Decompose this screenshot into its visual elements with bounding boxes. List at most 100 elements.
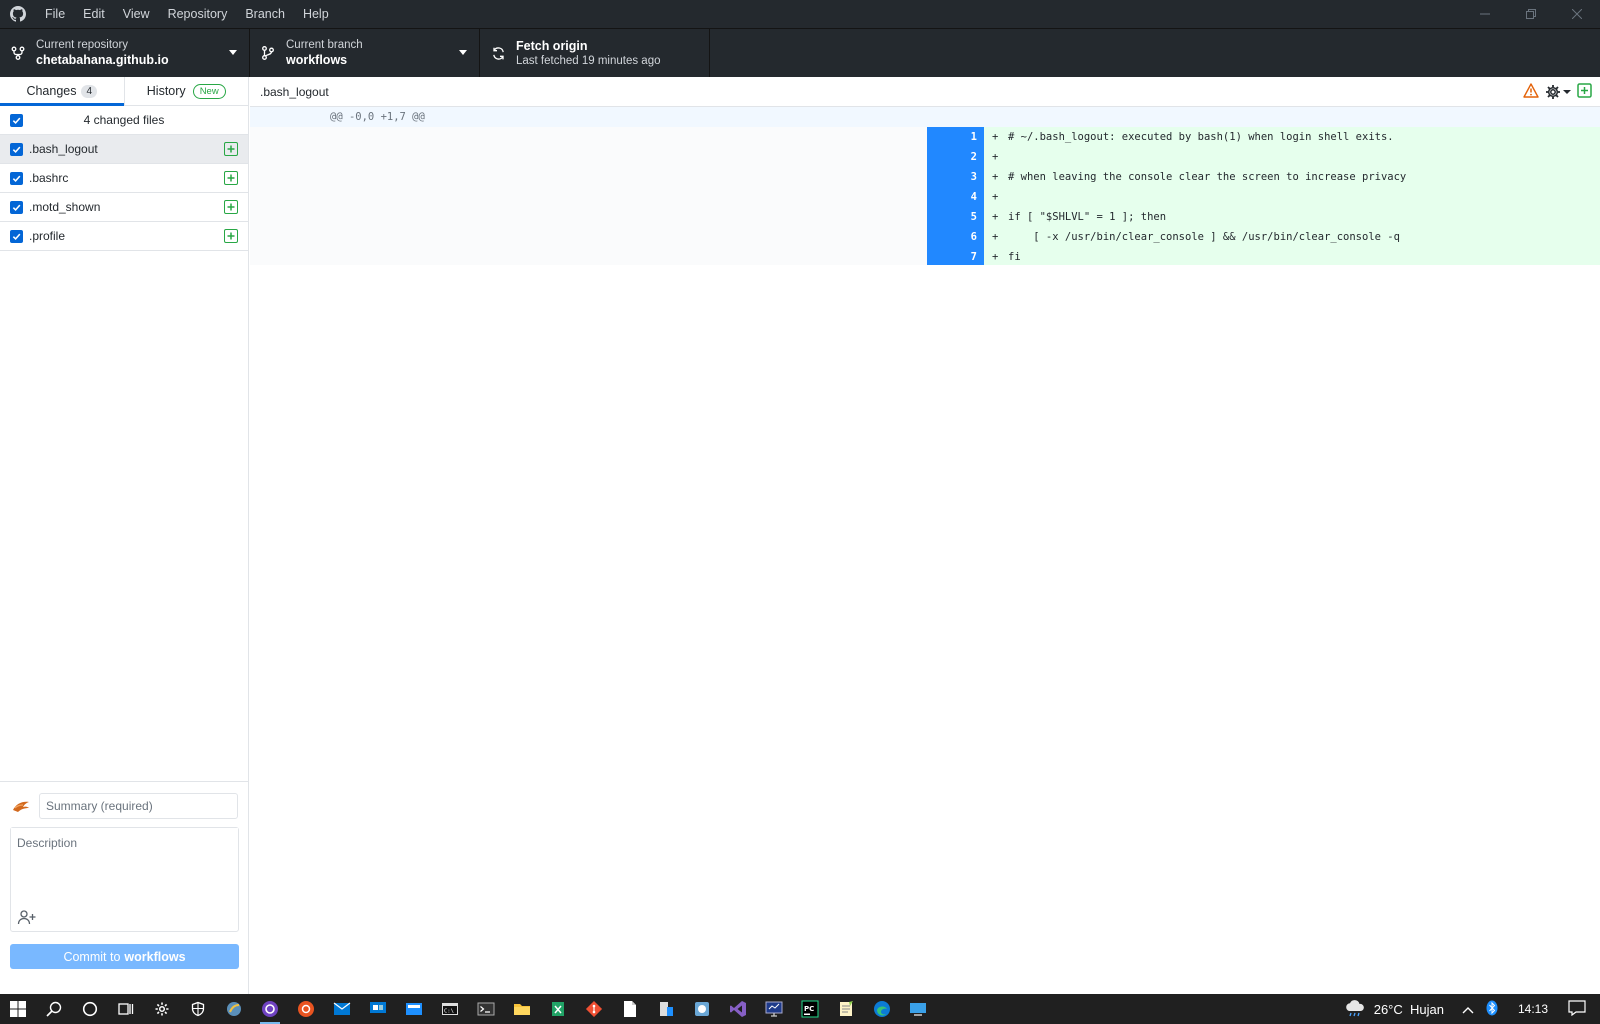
- last-fetched-text: Last fetched 19 minutes ago: [516, 55, 661, 67]
- search-button[interactable]: [36, 994, 72, 1024]
- fetch-origin-button[interactable]: Fetch origin Last fetched 19 minutes ago: [480, 29, 710, 77]
- file-added-icon: [224, 171, 238, 185]
- file-checkbox[interactable]: [10, 171, 23, 185]
- close-button[interactable]: [1554, 0, 1600, 28]
- description-input[interactable]: [11, 828, 238, 908]
- file-added-icon: [224, 142, 238, 156]
- checkmark-icon: [12, 117, 21, 124]
- mail-app[interactable]: [324, 994, 360, 1024]
- commit-button[interactable]: Commit to workflows: [10, 944, 239, 969]
- shield-icon: [191, 1001, 205, 1017]
- pycharm-icon: PC: [801, 1000, 819, 1018]
- select-all-checkbox[interactable]: [10, 113, 23, 127]
- menu-repository[interactable]: Repository: [159, 0, 237, 28]
- notes-app[interactable]: [828, 994, 864, 1024]
- cortana-button[interactable]: [72, 994, 108, 1024]
- file-added-status-icon: [1577, 83, 1592, 101]
- commit-button-prefix: Commit to: [63, 949, 121, 964]
- file-added-icon: [224, 229, 238, 243]
- file-added-icon: [224, 200, 238, 214]
- document-icon: [624, 1001, 636, 1017]
- line-number-gutter[interactable]: 1 2 3 4 5 6 7: [927, 127, 984, 265]
- code-line: + [ -x /usr/bin/clear_console ] && /usr/…: [984, 227, 1600, 247]
- clock[interactable]: 14:13: [1518, 1002, 1548, 1016]
- ubuntu-app[interactable]: [288, 994, 324, 1024]
- menu-branch[interactable]: Branch: [236, 0, 294, 28]
- file-row[interactable]: .motd_shown: [0, 193, 248, 222]
- file-row[interactable]: .bashrc: [0, 164, 248, 193]
- remote-app[interactable]: [360, 994, 396, 1024]
- menu-help[interactable]: Help: [294, 0, 338, 28]
- desktop-app[interactable]: [900, 994, 936, 1024]
- folder-icon: [514, 1004, 530, 1015]
- task-view-icon: [118, 1003, 134, 1015]
- notification-button[interactable]: [1568, 999, 1586, 1019]
- cloud-app[interactable]: [684, 994, 720, 1024]
- start-button[interactable]: [0, 994, 36, 1024]
- menu-edit[interactable]: Edit: [74, 0, 114, 28]
- file-name: .bash_logout: [29, 142, 98, 156]
- monitor-icon: [765, 1001, 783, 1017]
- branch-label: Current branch: [286, 39, 363, 51]
- tab-history[interactable]: History New: [123, 77, 249, 105]
- current-repository-button[interactable]: Current repository chetabahana.github.io: [0, 29, 250, 77]
- weather-text: 26°C Hujan: [1373, 1001, 1444, 1017]
- chevron-down-icon: [459, 50, 467, 55]
- monitor-app[interactable]: [756, 994, 792, 1024]
- github-desktop-app[interactable]: [252, 994, 288, 1024]
- bluetooth-icon[interactable]: [1486, 1000, 1498, 1019]
- news-icon: [406, 1003, 422, 1015]
- database-app[interactable]: [648, 994, 684, 1024]
- file-name: .profile: [29, 229, 66, 243]
- rain-cloud-icon: [1345, 1000, 1364, 1017]
- news-app[interactable]: [396, 994, 432, 1024]
- code-line: + # ~/.bash_logout: executed by bash(1) w…: [984, 127, 1600, 147]
- cloud-sync-icon: [695, 1002, 709, 1016]
- database-icon: [660, 1002, 673, 1016]
- line-number: 2: [970, 151, 977, 163]
- tab-changes[interactable]: Changes 4: [0, 77, 124, 106]
- line-number: 4: [970, 191, 977, 203]
- pycharm-app[interactable]: PC: [792, 994, 828, 1024]
- terminal-icon: [477, 1002, 495, 1016]
- line-number: 3: [970, 171, 977, 183]
- weather-widget[interactable]: 26°C Hujan: [1344, 1000, 1450, 1018]
- toolbar: Current repository chetabahana.github.io…: [0, 28, 1600, 77]
- warning-icon[interactable]: [1523, 83, 1539, 101]
- file-checkbox[interactable]: [10, 229, 23, 243]
- file-row[interactable]: .profile: [0, 222, 248, 251]
- summary-input[interactable]: [39, 793, 238, 819]
- diff-body: 1 2 3 4 5 6 7 + # ~/.bash_logout: execute…: [250, 127, 1600, 265]
- code-text: # ~/.bash_logout: executed by bash(1) wh…: [1008, 131, 1394, 143]
- settings-app[interactable]: [144, 994, 180, 1024]
- taskbar: C:\ PC 26°C Hujan 14:13: [0, 994, 1600, 1024]
- visual-studio-app[interactable]: [720, 994, 756, 1024]
- plus-marker: +: [992, 251, 999, 263]
- add-coauthor-icon[interactable]: [17, 909, 37, 925]
- menu-view[interactable]: View: [114, 0, 159, 28]
- tab-history-label: History: [146, 84, 186, 98]
- current-branch-button[interactable]: Current branch workflows: [250, 29, 480, 77]
- file-row[interactable]: .bash_logout: [0, 135, 248, 164]
- diff-settings-gear-icon[interactable]: [1545, 84, 1571, 100]
- cmd-app[interactable]: C:\: [432, 994, 468, 1024]
- restore-button[interactable]: [1508, 0, 1554, 28]
- task-view-button[interactable]: [108, 994, 144, 1024]
- show-hidden-icons-button[interactable]: [1462, 1002, 1474, 1017]
- file-explorer-app[interactable]: [504, 994, 540, 1024]
- notepad-app[interactable]: [612, 994, 648, 1024]
- git-app[interactable]: [576, 994, 612, 1024]
- terminal-app[interactable]: [468, 994, 504, 1024]
- security-app[interactable]: [180, 994, 216, 1024]
- file-checkbox[interactable]: [10, 142, 23, 156]
- new-badge: New: [192, 83, 226, 99]
- edge-app[interactable]: [864, 994, 900, 1024]
- menu-file[interactable]: File: [36, 0, 74, 28]
- code-line: + if [ "$SHLVL" = 1 ]; then: [984, 207, 1600, 227]
- plus-marker: +: [992, 211, 999, 223]
- github-logo-icon: [0, 0, 36, 28]
- file-checkbox[interactable]: [10, 200, 23, 214]
- browser-app[interactable]: [216, 994, 252, 1024]
- minimize-button[interactable]: [1462, 0, 1508, 28]
- excel-app[interactable]: [540, 994, 576, 1024]
